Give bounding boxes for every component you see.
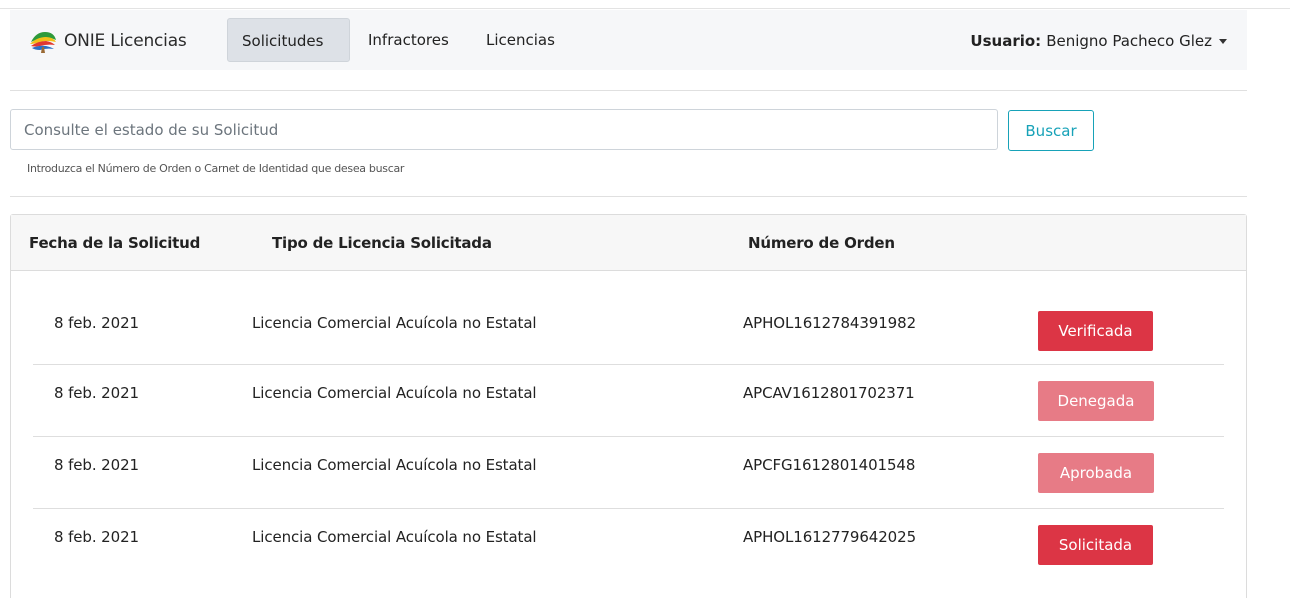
search-button[interactable]: Buscar bbox=[1008, 110, 1094, 151]
request-date: 8 feb. 2021 bbox=[54, 456, 139, 474]
caret-down-icon bbox=[1219, 38, 1227, 44]
top-divider bbox=[0, 8, 1290, 9]
nav-licencias[interactable]: Licencias bbox=[472, 18, 569, 62]
table-row: 8 feb. 2021 Licencia Comercial Acuícola … bbox=[33, 293, 1224, 365]
nav-infractores[interactable]: Infractores bbox=[354, 18, 463, 62]
onie-logo-icon bbox=[30, 32, 56, 53]
request-date: 8 feb. 2021 bbox=[54, 314, 139, 332]
status-badge: Aprobada bbox=[1038, 453, 1154, 493]
requests-table: Fecha de la Solicitud Tipo de Licencia S… bbox=[10, 214, 1247, 598]
table-row: 8 feb. 2021 Licencia Comercial Acuícola … bbox=[33, 509, 1224, 581]
order-number: APHOL1612784391982 bbox=[743, 314, 917, 332]
order-number: APCFG1612801401548 bbox=[743, 456, 916, 474]
status-badge: Denegada bbox=[1038, 381, 1154, 421]
license-type: Licencia Comercial Acuícola no Estatal bbox=[252, 384, 537, 402]
brand-name: ONIE Licencias bbox=[64, 31, 187, 51]
license-type: Licencia Comercial Acuícola no Estatal bbox=[252, 314, 537, 332]
nav-solicitudes[interactable]: Solicitudes bbox=[227, 18, 350, 62]
license-type: Licencia Comercial Acuícola no Estatal bbox=[252, 528, 537, 546]
search-help-text: Introduzca el Número de Orden o Carnet d… bbox=[27, 162, 405, 175]
status-badge: Verificada bbox=[1038, 311, 1153, 351]
page: ONIE Licencias Solicitudes Infractores L… bbox=[0, 0, 1290, 598]
table-row: 8 feb. 2021 Licencia Comercial Acuícola … bbox=[33, 365, 1224, 437]
navbar: ONIE Licencias Solicitudes Infractores L… bbox=[10, 10, 1247, 70]
license-type: Licencia Comercial Acuícola no Estatal bbox=[252, 456, 537, 474]
status-badge: Solicitada bbox=[1038, 525, 1153, 565]
table-header: Fecha de la Solicitud Tipo de Licencia S… bbox=[11, 215, 1246, 271]
request-date: 8 feb. 2021 bbox=[54, 384, 139, 402]
divider bbox=[10, 196, 1247, 197]
brand-link[interactable]: ONIE Licencias bbox=[28, 28, 187, 54]
search-input[interactable] bbox=[10, 109, 998, 150]
column-header-date: Fecha de la Solicitud bbox=[29, 234, 201, 252]
column-header-order-number: Número de Orden bbox=[748, 234, 895, 252]
user-label: Usuario: bbox=[970, 32, 1042, 50]
divider bbox=[10, 90, 1247, 91]
table-row: 8 feb. 2021 Licencia Comercial Acuícola … bbox=[33, 437, 1224, 509]
user-name: Benigno Pacheco Glez bbox=[1046, 32, 1212, 50]
column-header-license-type: Tipo de Licencia Solicitada bbox=[272, 234, 492, 252]
order-number: APCAV1612801702371 bbox=[743, 384, 915, 402]
order-number: APHOL1612779642025 bbox=[743, 528, 917, 546]
request-date: 8 feb. 2021 bbox=[54, 528, 139, 546]
user-menu-toggle[interactable]: Usuario: Benigno Pacheco Glez bbox=[970, 28, 1227, 54]
